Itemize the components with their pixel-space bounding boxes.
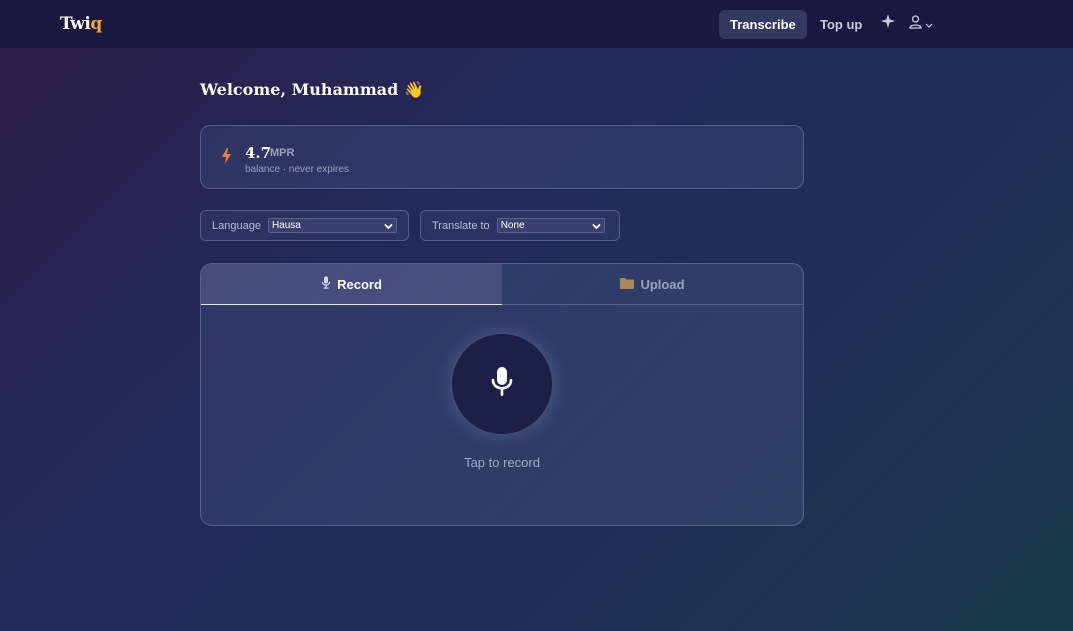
chevron-down-icon	[592, 221, 601, 234]
balance-card: 4.7 MPR balance · never expires	[200, 125, 804, 189]
folder-icon	[620, 277, 635, 292]
top-navigation-bar: Twiq Transcribe Top up	[0, 0, 1073, 48]
bolt-icon	[221, 148, 232, 169]
record-hint: Tap to record	[464, 455, 540, 470]
chevron-down-icon	[384, 221, 393, 234]
translate-selected-value: None	[500, 220, 525, 231]
language-select[interactable]: Hausa	[267, 218, 397, 234]
logo-text: Twi	[60, 14, 91, 34]
microphone-icon	[491, 366, 513, 402]
welcome-text: Welcome, Muhammad	[200, 80, 399, 99]
nav-transcribe-button[interactable]: Transcribe	[719, 10, 807, 39]
translate-label: Translate to	[432, 219, 490, 232]
tab-upload[interactable]: Upload	[502, 264, 803, 305]
language-selector: Language Hausa	[200, 210, 409, 241]
user-menu[interactable]	[909, 15, 933, 34]
balance-unit: MPR	[270, 147, 295, 159]
wave-emoji: 👋	[404, 80, 425, 99]
tab-record-label: Record	[337, 276, 382, 292]
welcome-heading: Welcome, Muhammad 👋	[200, 80, 424, 99]
app-logo[interactable]: Twiq	[60, 14, 102, 34]
transcribe-panel: Record Upload Tap to record	[200, 263, 804, 526]
balance-subtitle: balance · never expires	[245, 164, 349, 175]
balance-value: 4.7	[245, 144, 272, 162]
tab-upload-label: Upload	[640, 276, 685, 292]
logo-text-accent: q	[90, 14, 102, 34]
translate-selector: Translate to None	[420, 210, 620, 241]
translate-select[interactable]: None	[496, 218, 605, 234]
tab-record[interactable]: Record	[201, 264, 502, 305]
language-label: Language	[212, 219, 261, 232]
language-selected-value: Hausa	[271, 220, 301, 231]
sparkle-icon[interactable]	[881, 14, 895, 31]
nav-topup-button[interactable]: Top up	[809, 10, 873, 39]
record-button[interactable]	[452, 334, 552, 434]
microphone-icon	[321, 276, 331, 292]
user-icon	[909, 15, 922, 34]
chevron-down-icon	[925, 16, 933, 34]
